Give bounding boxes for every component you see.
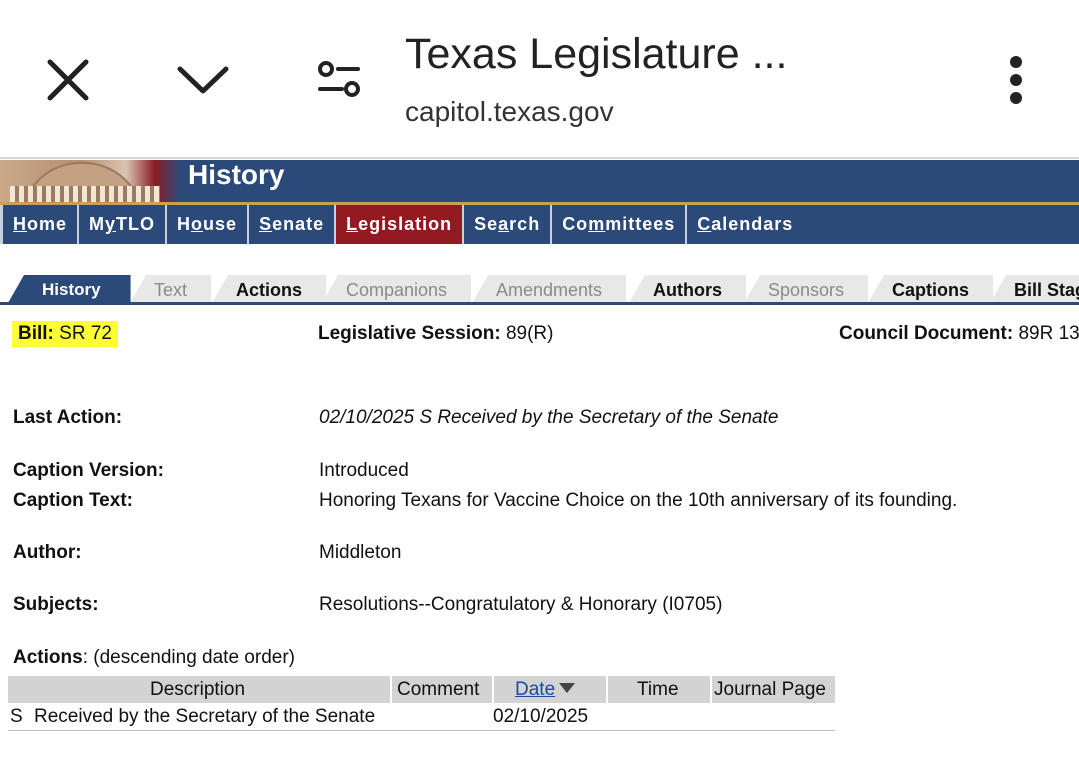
column-time: Time (637, 679, 679, 700)
column-divider (710, 676, 712, 703)
browser-toolbar: Texas Legislature ... capitol.texas.gov (0, 0, 1079, 159)
tab-underline (0, 302, 1079, 305)
nav-item-senate[interactable]: Senate (249, 205, 337, 244)
page-info-icon[interactable] (310, 52, 368, 108)
bill-tabs: Bill Stag Captions Sponsors Authors Amen… (0, 275, 1079, 303)
cell-chamber: S (10, 706, 23, 727)
cell-description: Received by the Secretary of the Senate (34, 706, 376, 727)
caption-version-label: Caption Version: (13, 460, 164, 481)
last-action-value: 02/10/2025 S Received by the Secretary o… (319, 407, 779, 428)
last-action-label: Last Action: (13, 407, 123, 428)
capitol-banner-image (0, 160, 180, 202)
tab-companions[interactable]: Companions (322, 275, 472, 303)
chevron-down-icon[interactable] (172, 52, 234, 108)
nav-item-my-tlo[interactable]: My TLO (79, 205, 168, 244)
column-description: Description (150, 679, 246, 700)
column-divider (390, 676, 392, 703)
capitol-columns-shape (10, 186, 160, 202)
site-header: History (0, 160, 1079, 202)
tab-sponsors[interactable]: Sponsors (744, 275, 869, 303)
subjects-label: Subjects: (13, 594, 99, 615)
bill-label: Bill: (18, 323, 54, 344)
nav-item-home[interactable]: Home (0, 205, 80, 244)
nav-item-search[interactable]: Se a rch (464, 205, 553, 244)
tab-captions[interactable]: Captions (868, 275, 994, 303)
page-title: Texas Legislature ... (405, 30, 788, 78)
nav-item-legislation[interactable]: Legislation (336, 205, 465, 244)
bill-value: SR 72 (59, 323, 112, 344)
actions-heading: Actions: (descending date order) (13, 647, 295, 668)
bill-number-highlight: Bill: SR 72 (12, 321, 118, 347)
tab-actions[interactable]: Actions (212, 275, 327, 303)
nav-item-calendars[interactable]: Calendars (687, 205, 803, 244)
cell-date: 02/10/2025 (493, 706, 589, 727)
legislative-session: Legislative Session: 89(R) (318, 323, 554, 344)
tab-authors[interactable]: Authors (629, 275, 746, 303)
column-divider (606, 676, 608, 703)
tab-amendments[interactable]: Amendments (472, 275, 627, 303)
column-comment: Comment (397, 679, 480, 700)
date-sort-link[interactable]: Date (515, 679, 555, 700)
nav-item-house[interactable]: Ho use (167, 205, 250, 244)
page-url[interactable]: capitol.texas.gov (405, 96, 614, 128)
caption-text-label: Caption Text: (13, 490, 133, 511)
main-nav: Home My TLO Ho use Senate Legislation Se a… (0, 205, 1079, 244)
column-date[interactable]: Date (515, 676, 576, 703)
author-value: Middleton (319, 542, 402, 563)
close-icon[interactable] (40, 52, 96, 108)
actions-table-header: Description Comment Date Time Journal Pa… (8, 676, 835, 703)
caption-text-value: Honoring Texans for Vaccine Choice on th… (319, 490, 958, 511)
tab-text[interactable]: Text (130, 275, 212, 303)
column-divider (492, 676, 494, 703)
author-label: Author: (13, 542, 82, 563)
column-journal-page: Journal Page (714, 679, 826, 700)
subjects-value: Resolutions--Congratulatory & Honorary (… (319, 594, 723, 615)
section-title: History (188, 160, 285, 190)
council-document: Council Document: 89R 13 (839, 323, 1079, 344)
toolbar-divider (0, 157, 1079, 159)
sort-descending-icon (559, 683, 576, 693)
tab-history[interactable]: History (8, 275, 131, 303)
table-row: S Received by the Secretary of the Senat… (8, 703, 835, 731)
more-vert-icon[interactable] (996, 50, 1036, 110)
tab-bill-stages[interactable]: Bill Stag (990, 275, 1079, 303)
caption-version-value: Introduced (319, 460, 409, 481)
nav-item-committees[interactable]: Co m mittees (552, 205, 688, 244)
